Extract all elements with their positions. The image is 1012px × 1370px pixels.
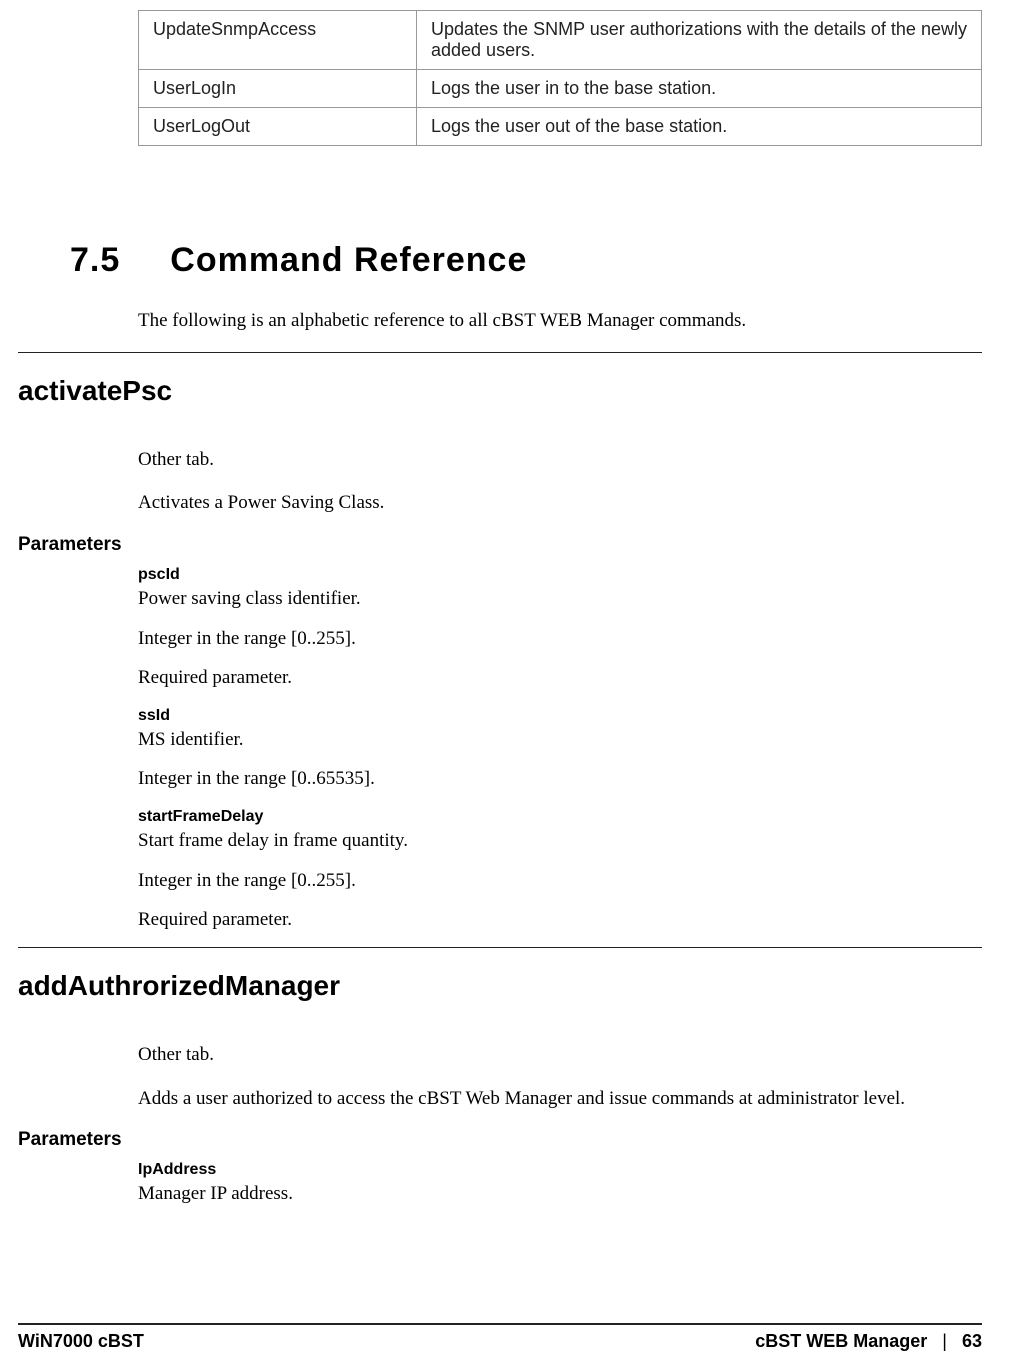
param-text: Start frame delay in frame quantity.	[138, 828, 952, 854]
param-name-ipaddress: IpAddress	[138, 1161, 982, 1179]
param-text: MS identifier.	[138, 727, 952, 753]
footer-section: cBST WEB Manager	[755, 1331, 927, 1351]
cell-desc: Logs the user in to the base station.	[417, 70, 982, 108]
param-name-pscid: pscId	[138, 566, 982, 584]
command-summary-table: UpdateSnmpAccess Updates the SNMP user a…	[138, 10, 982, 146]
cell-desc: Updates the SNMP user authorizations wit…	[417, 11, 982, 70]
section-heading: 7.5 Command Reference	[70, 241, 982, 280]
cell-name: UserLogOut	[139, 108, 417, 146]
cell-name: UpdateSnmpAccess	[139, 11, 417, 70]
table-row: UpdateSnmpAccess Updates the SNMP user a…	[139, 11, 982, 70]
table-row: UserLogIn Logs the user in to the base s…	[139, 70, 982, 108]
param-name-ssid: ssId	[138, 707, 982, 725]
section-title: Command Reference	[170, 241, 527, 280]
page-footer: WiN7000 cBST cBST WEB Manager | 63	[18, 1323, 982, 1352]
footer-right: cBST WEB Manager | 63	[755, 1331, 982, 1352]
command-heading-addauthrorizedmanager: addAuthrorizedManager	[18, 970, 982, 1002]
section-number: 7.5	[70, 241, 120, 280]
param-text: Integer in the range [0..65535].	[138, 766, 952, 792]
footer-divider-char: |	[942, 1331, 947, 1351]
cell-desc: Logs the user out of the base station.	[417, 108, 982, 146]
divider	[18, 947, 982, 948]
param-text: Integer in the range [0..255].	[138, 626, 952, 652]
cell-name: UserLogIn	[139, 70, 417, 108]
footer-divider	[18, 1323, 982, 1325]
param-name-startframedelay: startFrameDelay	[138, 808, 982, 826]
command-description: Activates a Power Saving Class.	[138, 490, 952, 516]
table-row: UserLogOut Logs the user out of the base…	[139, 108, 982, 146]
parameters-heading: Parameters	[18, 534, 982, 556]
param-text: Manager IP address.	[138, 1181, 952, 1207]
divider	[18, 352, 982, 353]
command-description: Adds a user authorized to access the cBS…	[138, 1086, 952, 1112]
command-tab: Other tab.	[138, 1042, 952, 1068]
param-text: Integer in the range [0..255].	[138, 868, 952, 894]
command-heading-activatepsc: activatePsc	[18, 375, 982, 407]
parameters-heading: Parameters	[18, 1129, 982, 1151]
command-tab: Other tab.	[138, 447, 952, 473]
param-text: Required parameter.	[138, 665, 952, 691]
param-text: Power saving class identifier.	[138, 586, 952, 612]
param-text: Required parameter.	[138, 907, 952, 933]
footer-page-number: 63	[962, 1331, 982, 1351]
footer-left: WiN7000 cBST	[18, 1331, 144, 1352]
section-intro: The following is an alphabetic reference…	[138, 308, 952, 334]
